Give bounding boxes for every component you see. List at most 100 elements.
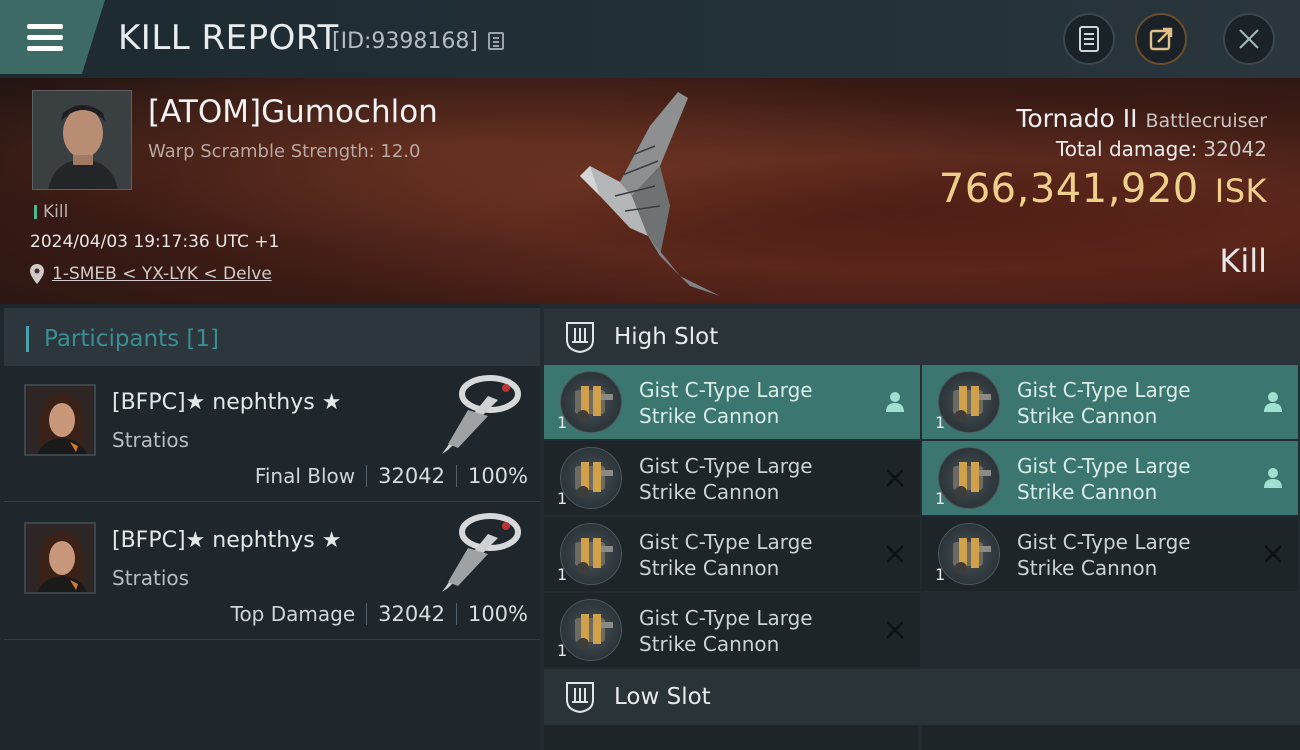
victim-ship-image: [580, 92, 720, 296]
participant-damage: 32042: [378, 602, 445, 626]
page-title: KILL REPORT: [118, 18, 339, 58]
ship-type: Tornado II Battlecruiser: [1016, 104, 1267, 133]
participant-name[interactable]: [BFPC]★ nephthys ★: [112, 528, 341, 553]
avatar[interactable]: [24, 522, 96, 594]
module-name-line2: Strike Cannon: [639, 556, 780, 580]
strike-cannon-icon: [560, 599, 622, 661]
victim-portrait[interactable]: [32, 90, 132, 190]
header-accent: [26, 326, 29, 352]
module-quantity: 1: [935, 413, 946, 432]
report-id: [ID:9398168]: [332, 29, 478, 54]
share-button[interactable]: [1135, 13, 1187, 65]
module-name: Gist C-Type Large Strike Cannon: [1017, 453, 1237, 505]
destroyed-icon: [882, 617, 908, 643]
document-icon: [1079, 26, 1099, 52]
strike-cannon-icon: [938, 447, 1000, 509]
module-tile[interactable]: 1 Gist C-Type Large Strike Cannon: [922, 441, 1298, 515]
module-name: Gist C-Type Large Strike Cannon: [639, 529, 859, 581]
module-tile[interactable]: 1 Gist C-Type Large Strike Cannon: [544, 517, 920, 591]
participant-role: Final Blow: [254, 464, 356, 488]
low-slot-label: Low Slot: [614, 684, 711, 710]
total-damage-label: Total damage:: [1055, 137, 1198, 161]
participant-row[interactable]: [BFPC]★ nephthys ★ Stratios Top Damage 3…: [4, 504, 540, 640]
participant-row[interactable]: [BFPC]★ nephthys ★ Stratios Final Blow 3…: [4, 366, 540, 502]
kill-marker-icon: [34, 205, 37, 219]
module-name-line2: Strike Cannon: [639, 480, 780, 504]
participant-role: Top Damage: [230, 602, 356, 626]
close-icon: [1239, 29, 1259, 49]
module-quantity: 1: [935, 565, 946, 584]
fittings-panel: High Slot 1 Gist C-Type Large Strike Canno…: [540, 304, 1300, 750]
destroyed-icon: [1260, 541, 1286, 567]
kill-tag: Kill: [34, 202, 68, 222]
divider: [455, 465, 457, 487]
module-quantity: 1: [557, 641, 568, 660]
menu-icon-bar: [27, 46, 63, 51]
module-name: Gist C-Type Large Strike Cannon: [639, 377, 859, 429]
participant-ship: Stratios: [112, 566, 190, 590]
participant-stats: Top Damage 32042 100%: [231, 602, 528, 626]
low-slot-header: Low Slot: [544, 669, 1300, 725]
module-name-line2: Strike Cannon: [639, 632, 780, 656]
location-link[interactable]: 1-SMEB < YX-LYK < Delve: [52, 264, 272, 284]
module-name-line1: Gist C-Type Large: [639, 378, 813, 402]
kill-tag-label: Kill: [43, 202, 69, 222]
module-name: Gist C-Type Large Strike Cannon: [1017, 377, 1237, 429]
participant-portrait: [26, 524, 94, 592]
menu-button[interactable]: [0, 0, 105, 74]
participant-name[interactable]: [BFPC]★ nephthys ★: [112, 390, 341, 415]
menu-icon: [27, 24, 63, 29]
module-name-line1: Gist C-Type Large: [639, 530, 813, 554]
low-slot-module-partial[interactable]: [544, 725, 918, 750]
destroyed-icon: [882, 465, 908, 491]
participant-ship-image: [442, 513, 521, 592]
ship-name[interactable]: Tornado II: [1016, 104, 1137, 133]
module-name: Gist C-Type Large Strike Cannon: [639, 453, 859, 505]
strike-cannon-icon: [938, 371, 1000, 433]
participants-header[interactable]: Participants [1]: [4, 308, 540, 366]
location-pin-icon: [30, 264, 44, 284]
module-name-line1: Gist C-Type Large: [1017, 530, 1191, 554]
strike-cannon-icon: [560, 447, 622, 509]
module-quantity: 1: [557, 413, 568, 432]
report-log-button[interactable]: [1063, 13, 1115, 65]
kill-report-screen: KILL REPORT [ID:9398168] [ATOM]Gumochlon…: [0, 0, 1300, 750]
strike-cannon-icon: [560, 523, 622, 585]
avatar: [33, 91, 131, 189]
avatar[interactable]: [24, 384, 96, 456]
divider: [366, 603, 368, 625]
close-button[interactable]: [1223, 13, 1275, 65]
warp-scramble-strength: Warp Scramble Strength: 12.0: [148, 141, 421, 162]
module-name: Gist C-Type Large Strike Cannon: [1017, 529, 1237, 581]
participant-portrait: [26, 386, 94, 454]
module-tile[interactable]: 1 Gist C-Type Large Strike Cannon: [544, 441, 920, 515]
divider: [366, 465, 368, 487]
participants-label: Participants [1]: [44, 326, 219, 352]
strike-cannon-icon: [560, 371, 622, 433]
participant-percent: 100%: [467, 464, 528, 488]
participant-damage: 32042: [378, 464, 445, 488]
module-quantity: 1: [557, 489, 568, 508]
module-name-line2: Strike Cannon: [1017, 480, 1158, 504]
module-name: Gist C-Type Large Strike Cannon: [639, 605, 859, 657]
top-bar: KILL REPORT [ID:9398168]: [0, 0, 1300, 78]
participant-ship-image: [442, 375, 521, 454]
victim-name[interactable]: [ATOM]Gumochlon: [148, 94, 438, 130]
isk-value: 766,341,920 ISK: [939, 166, 1267, 212]
strike-cannon-icon: [938, 523, 1000, 585]
kill-location[interactable]: 1-SMEB < YX-LYK < Delve: [30, 264, 272, 284]
copy-icon[interactable]: [488, 32, 504, 50]
low-slot-module-partial[interactable]: [922, 725, 1300, 750]
divider: [455, 603, 457, 625]
high-slot-label: High Slot: [614, 324, 719, 350]
module-name-line2: Strike Cannon: [1017, 404, 1158, 428]
module-tile[interactable]: 1 Gist C-Type Large Strike Cannon: [544, 365, 920, 439]
module-name-line1: Gist C-Type Large: [639, 606, 813, 630]
module-tile[interactable]: 1 Gist C-Type Large Strike Cannon: [922, 365, 1298, 439]
module-tile[interactable]: 1 Gist C-Type Large Strike Cannon: [922, 517, 1298, 591]
pilot-icon: [1260, 465, 1286, 491]
module-tile[interactable]: 1 Gist C-Type Large Strike Cannon: [544, 593, 920, 667]
participants-panel: Participants [1] [BFPC]★ nephthys ★ Stra…: [0, 304, 540, 750]
isk-unit: ISK: [1214, 172, 1267, 210]
pilot-icon: [882, 389, 908, 415]
